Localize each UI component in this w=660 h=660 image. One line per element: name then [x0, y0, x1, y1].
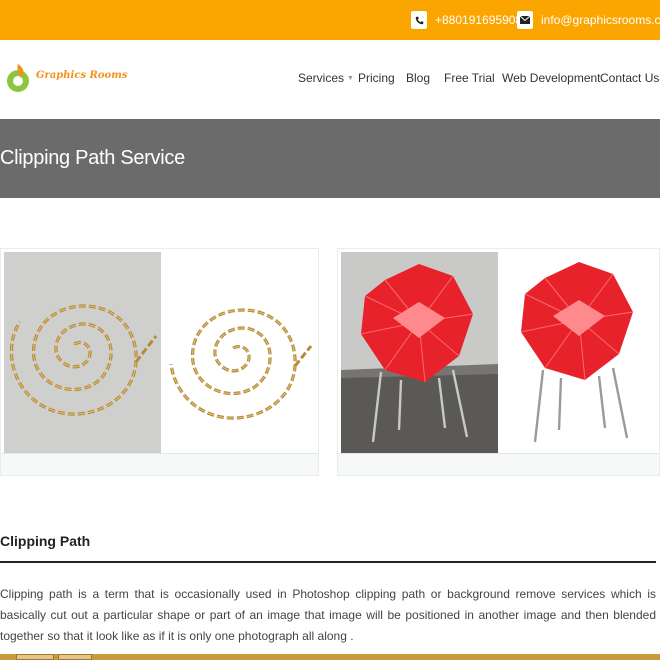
phone-icon: [411, 11, 427, 29]
gallery-card-red-chair[interactable]: [337, 248, 660, 476]
envelope-icon: [517, 11, 533, 29]
nav-item-pricing[interactable]: Pricing: [358, 71, 395, 85]
bottom-thumbnail: [16, 654, 54, 660]
nav-label-services: Services: [298, 71, 345, 85]
gold-chain-before-image: [4, 252, 161, 454]
red-chair-before-image: [341, 252, 498, 454]
nav-item-web-development[interactable]: Web Development: [502, 71, 601, 85]
chevron-down-icon: ▼: [347, 75, 354, 83]
page-title-banner: Clipping Path Service: [0, 119, 660, 198]
section-heading: Clipping Path: [0, 533, 91, 549]
red-chair-after-image: [499, 252, 658, 454]
nav-item-blog[interactable]: Blog: [406, 71, 430, 85]
bottom-partial-strip: [0, 654, 660, 660]
bottom-thumbnail: [58, 654, 92, 660]
nav-item-free-trial[interactable]: Free Trial: [444, 71, 495, 85]
main-nav: Services ▼ Pricing Blog Free Trial Web De…: [0, 71, 660, 89]
email-contact[interactable]: info@graphicsrooms.com: [517, 11, 660, 29]
page-title: Clipping Path Service: [0, 147, 185, 169]
email-address[interactable]: info@graphicsrooms.com: [541, 13, 660, 27]
phone-contact[interactable]: +8801916959088: [411, 11, 529, 29]
gallery-card-gold-chain[interactable]: [0, 248, 319, 476]
section-paragraph: Clipping path is a term that is occasion…: [0, 587, 656, 643]
gallery-card-footer: [1, 453, 318, 475]
heading-divider: [0, 561, 656, 563]
top-contact-bar: +8801916959088 info@graphicsrooms.com: [0, 0, 660, 40]
gallery-card-footer: [338, 453, 659, 475]
site-header: Graphics Rooms Services ▼ Pricing Blog Fr…: [0, 40, 660, 119]
nav-item-services[interactable]: Services ▼: [298, 71, 354, 85]
nav-item-contact-us[interactable]: Contact Us: [600, 71, 659, 85]
gold-chain-after-image: [161, 252, 317, 454]
phone-number[interactable]: +8801916959088: [435, 13, 529, 27]
